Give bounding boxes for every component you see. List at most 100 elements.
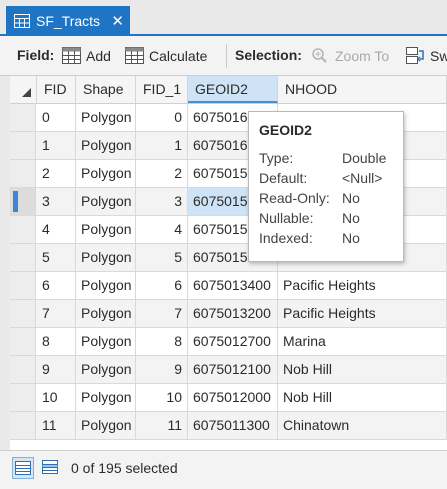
switch-selection-icon bbox=[406, 47, 424, 64]
toolbar-separator bbox=[226, 44, 227, 68]
cell-nhood[interactable]: Chinatown bbox=[278, 412, 447, 439]
cell-shape[interactable]: Polygon bbox=[76, 328, 136, 355]
row-selector[interactable] bbox=[10, 300, 36, 327]
tab-strip: SF_Tracts ✕ bbox=[0, 0, 447, 36]
field-info-tooltip: GEOID2 Type: Double Default: <Null> Read-Onl… bbox=[248, 111, 404, 262]
cell-shape[interactable]: Polygon bbox=[76, 384, 136, 411]
cell-shape[interactable]: Polygon bbox=[76, 216, 136, 243]
column-header-nhood[interactable]: NHOOD bbox=[278, 76, 447, 103]
tab-title: SF_Tracts bbox=[36, 12, 101, 29]
cell-fid-1[interactable]: 5 bbox=[136, 244, 188, 271]
cell-geoid2[interactable]: 6075011300 bbox=[188, 412, 278, 439]
cell-nhood[interactable]: Nob Hill bbox=[278, 356, 447, 383]
cell-fid[interactable]: 3 bbox=[37, 188, 76, 215]
cell-fid[interactable]: 4 bbox=[37, 216, 76, 243]
selection-label: Selection: bbox=[235, 47, 302, 63]
cell-shape[interactable]: Polygon bbox=[76, 244, 136, 271]
add-field-button[interactable]: Add bbox=[62, 47, 111, 64]
table-row[interactable]: 9 Polygon 9 6075012100 Nob Hill bbox=[10, 356, 447, 384]
cell-shape[interactable]: Polygon bbox=[76, 412, 136, 439]
row-selector[interactable] bbox=[10, 188, 36, 215]
cell-nhood[interactable]: Pacific Heights bbox=[278, 300, 447, 327]
cell-geoid2[interactable]: 6075012700 bbox=[188, 328, 278, 355]
cell-fid-1[interactable]: 6 bbox=[136, 272, 188, 299]
cell-shape[interactable]: Polygon bbox=[76, 272, 136, 299]
column-header-fid[interactable]: FID bbox=[37, 76, 76, 103]
cell-fid[interactable]: 6 bbox=[37, 272, 76, 299]
cell-shape[interactable]: Polygon bbox=[76, 160, 136, 187]
row-selector[interactable] bbox=[10, 104, 36, 131]
tab-sf-tracts[interactable]: SF_Tracts ✕ bbox=[6, 6, 130, 35]
cell-nhood[interactable]: Marina bbox=[278, 328, 447, 355]
switch-selection-button[interactable]: Sw bbox=[406, 47, 447, 64]
cell-geoid2[interactable]: 6075013200 bbox=[188, 300, 278, 327]
cell-fid-1[interactable]: 2 bbox=[136, 160, 188, 187]
table-row[interactable]: 11 Polygon 11 6075011300 Chinatown bbox=[10, 412, 447, 440]
row-selector[interactable] bbox=[10, 244, 36, 271]
cell-fid-1[interactable]: 9 bbox=[136, 356, 188, 383]
table-row[interactable]: 8 Polygon 8 6075012700 Marina bbox=[10, 328, 447, 356]
row-selector[interactable] bbox=[10, 216, 36, 243]
table-row[interactable]: 10 Polygon 10 6075012000 Nob Hill bbox=[10, 384, 447, 412]
zoom-to-label: Zoom To bbox=[335, 47, 390, 64]
selection-count: 0 of 195 selected bbox=[71, 460, 178, 476]
row-selector[interactable] bbox=[10, 328, 36, 355]
cell-fid[interactable]: 8 bbox=[37, 328, 76, 355]
column-header-shape[interactable]: Shape bbox=[76, 76, 136, 103]
tooltip-property-key: Read-Only: bbox=[259, 190, 330, 206]
cell-geoid2[interactable]: 6075012100 bbox=[188, 356, 278, 383]
corner-triangle-icon bbox=[22, 88, 31, 97]
row-selector[interactable] bbox=[10, 272, 36, 299]
column-header-geoid2[interactable]: GEOID2 bbox=[188, 76, 278, 103]
cell-shape[interactable]: Polygon bbox=[76, 132, 136, 159]
calculator-icon bbox=[125, 47, 144, 64]
row-selector[interactable] bbox=[10, 132, 36, 159]
tooltip-property-key: Default: bbox=[259, 170, 308, 186]
table-header: FID Shape FID_1 GEOID2 NHOOD bbox=[10, 76, 447, 104]
tooltip-property-key: Indexed: bbox=[259, 230, 313, 246]
cell-fid[interactable]: 2 bbox=[37, 160, 76, 187]
status-bar: 0 of 195 selected bbox=[0, 450, 447, 489]
table-toolbar: Field: Add Calculate Selection: Zoom To … bbox=[0, 36, 447, 76]
calculate-field-button[interactable]: Calculate bbox=[125, 47, 207, 64]
show-selected-records-button[interactable] bbox=[40, 457, 62, 479]
cell-shape[interactable]: Polygon bbox=[76, 104, 136, 131]
cell-shape[interactable]: Polygon bbox=[76, 356, 136, 383]
tooltip-property-key: Nullable: bbox=[259, 210, 314, 226]
cell-fid-1[interactable]: 3 bbox=[136, 188, 188, 215]
table-row[interactable]: 6 Polygon 6 6075013400 Pacific Heights bbox=[10, 272, 447, 300]
cell-geoid2[interactable]: 6075012000 bbox=[188, 384, 278, 411]
cell-fid[interactable]: 0 bbox=[37, 104, 76, 131]
cell-fid-1[interactable]: 1 bbox=[136, 132, 188, 159]
cell-fid[interactable]: 11 bbox=[37, 412, 76, 439]
row-selector[interactable] bbox=[10, 384, 36, 411]
cell-fid[interactable]: 7 bbox=[37, 300, 76, 327]
close-icon[interactable]: ✕ bbox=[111, 12, 124, 30]
cell-shape[interactable]: Polygon bbox=[76, 188, 136, 215]
select-all-corner[interactable] bbox=[10, 76, 37, 103]
column-header-fid-1[interactable]: FID_1 bbox=[136, 76, 188, 103]
cell-fid[interactable]: 5 bbox=[37, 244, 76, 271]
cell-fid[interactable]: 9 bbox=[37, 356, 76, 383]
cell-fid-1[interactable]: 7 bbox=[136, 300, 188, 327]
table-icon bbox=[14, 13, 30, 28]
cell-shape[interactable]: Polygon bbox=[76, 300, 136, 327]
cell-fid-1[interactable]: 11 bbox=[136, 412, 188, 439]
show-all-records-button[interactable] bbox=[12, 457, 34, 479]
cell-fid-1[interactable]: 10 bbox=[136, 384, 188, 411]
table-row[interactable]: 7 Polygon 7 6075013200 Pacific Heights bbox=[10, 300, 447, 328]
row-selector[interactable] bbox=[10, 356, 36, 383]
cell-fid[interactable]: 1 bbox=[37, 132, 76, 159]
row-selector[interactable] bbox=[10, 412, 36, 439]
cell-fid[interactable]: 10 bbox=[37, 384, 76, 411]
row-selector[interactable] bbox=[10, 160, 36, 187]
cell-fid-1[interactable]: 4 bbox=[136, 216, 188, 243]
selected-records-icon bbox=[42, 460, 58, 474]
zoom-to-button[interactable]: Zoom To bbox=[311, 47, 389, 64]
tooltip-property-value: No bbox=[342, 230, 360, 246]
cell-fid-1[interactable]: 8 bbox=[136, 328, 188, 355]
cell-geoid2[interactable]: 6075013400 bbox=[188, 272, 278, 299]
cell-nhood[interactable]: Pacific Heights bbox=[278, 272, 447, 299]
cell-nhood[interactable]: Nob Hill bbox=[278, 384, 447, 411]
cell-fid-1[interactable]: 0 bbox=[136, 104, 188, 131]
